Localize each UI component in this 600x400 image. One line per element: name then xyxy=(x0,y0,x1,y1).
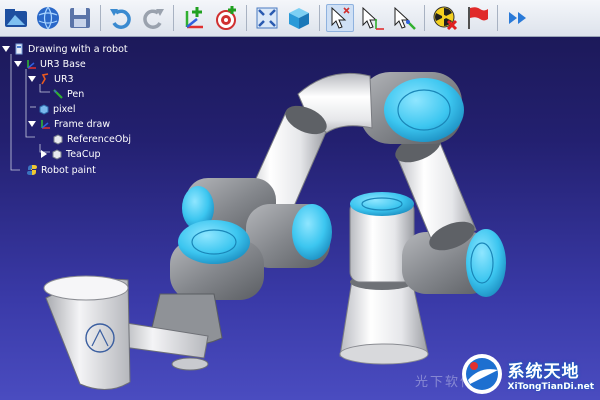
open-station-icon xyxy=(5,9,27,27)
robot-elbow xyxy=(360,72,464,144)
select-icon xyxy=(331,6,350,29)
tree-item-label: UR3 Base xyxy=(40,58,86,70)
tree-item-ur3[interactable]: UR3 xyxy=(28,72,74,86)
collapsed-triangle-icon[interactable] xyxy=(40,150,48,158)
move-reference-frame-icon xyxy=(362,6,384,30)
undo-button[interactable] xyxy=(107,4,135,32)
robodk-window: 光下软件园 系统天地 XiTongTianDi.net Drawing with… xyxy=(0,0,600,400)
toolbar-separator xyxy=(246,5,247,31)
tree-item-referenceobj[interactable]: ReferenceObj xyxy=(52,132,131,146)
frame-icon xyxy=(25,58,37,70)
tree-item-label: ReferenceObj xyxy=(67,133,131,145)
add-reference-frame-icon xyxy=(185,7,203,29)
tree-item-label: TeaCup xyxy=(66,148,101,160)
check-collisions-button[interactable] xyxy=(431,4,459,32)
isometric-view-button[interactable] xyxy=(285,4,313,32)
open-station-button[interactable] xyxy=(2,4,30,32)
toolbar-separator xyxy=(497,5,498,31)
tool-icon xyxy=(52,88,64,100)
toolbar-separator xyxy=(173,5,174,31)
tree-item-label: Robot paint xyxy=(41,164,96,176)
expand-triangle-icon[interactable] xyxy=(2,45,10,53)
open-online-library-icon xyxy=(37,6,59,30)
tree-item-label: pixel xyxy=(53,103,76,115)
red-flag-icon xyxy=(468,7,488,29)
robot-wrist-3 xyxy=(149,220,264,347)
main-toolbar xyxy=(0,0,600,37)
tree-item-teacup[interactable]: TeaCup xyxy=(40,147,101,161)
fit-all-button[interactable] xyxy=(253,4,281,32)
object-icon xyxy=(38,103,50,115)
frame-icon xyxy=(39,118,51,130)
object-icon xyxy=(51,148,63,160)
fast-forward-icon xyxy=(509,12,526,24)
redo-button[interactable] xyxy=(139,4,167,32)
tree-item-pen[interactable]: Pen xyxy=(52,87,84,101)
undo-icon xyxy=(110,9,131,29)
tree-item-label: UR3 xyxy=(54,73,74,85)
watermark: 系统天地 XiTongTianDi.net xyxy=(460,352,595,396)
fit-all-icon xyxy=(256,7,278,29)
tree-item-drawing-with-a-robot[interactable]: Drawing with a robot xyxy=(2,42,128,56)
toolbar-separator xyxy=(319,5,320,31)
tree-item-frame-draw[interactable]: Frame draw xyxy=(28,117,110,131)
object-icon xyxy=(52,133,64,145)
tree-item-label: Drawing with a robot xyxy=(28,43,128,55)
isometric-view-icon xyxy=(289,8,309,29)
move-tool-button[interactable] xyxy=(390,4,418,32)
python-program-icon xyxy=(26,164,38,176)
move-reference-frame-button[interactable] xyxy=(358,4,386,32)
red-flag-button[interactable] xyxy=(463,4,491,32)
add-target-icon xyxy=(216,6,236,30)
station-icon xyxy=(13,43,25,55)
add-reference-frame-button[interactable] xyxy=(180,4,208,32)
fast-forward-button[interactable] xyxy=(504,4,532,32)
toolbar-separator xyxy=(100,5,101,31)
robot-icon xyxy=(39,73,51,85)
save-icon xyxy=(70,8,90,28)
move-tool-icon xyxy=(394,6,416,30)
check-collisions-icon xyxy=(433,6,458,31)
tree-item-label: Pen xyxy=(67,88,85,100)
redo-icon xyxy=(143,9,164,29)
save-station-button[interactable] xyxy=(66,4,94,32)
open-online-library-button[interactable] xyxy=(34,4,62,32)
select-button[interactable] xyxy=(326,4,354,32)
watermark-logo-icon xyxy=(461,354,502,394)
tree-item-pixel[interactable]: pixel xyxy=(38,102,75,116)
watermark-title: 系统天地 xyxy=(507,361,580,382)
tree-item-label: Frame draw xyxy=(54,118,111,130)
add-target-button[interactable] xyxy=(212,4,240,32)
teacup-object xyxy=(43,275,131,390)
tree-item-robot-paint[interactable]: Robot paint xyxy=(26,163,96,177)
tree-item-ur3-base[interactable]: UR3 Base xyxy=(14,57,86,71)
watermark-subtitle: XiTongTianDi.net xyxy=(507,381,595,392)
expand-triangle-icon[interactable] xyxy=(28,75,36,83)
expand-triangle-icon[interactable] xyxy=(14,60,22,68)
toolbar-separator xyxy=(424,5,425,31)
expand-triangle-icon[interactable] xyxy=(28,120,36,128)
